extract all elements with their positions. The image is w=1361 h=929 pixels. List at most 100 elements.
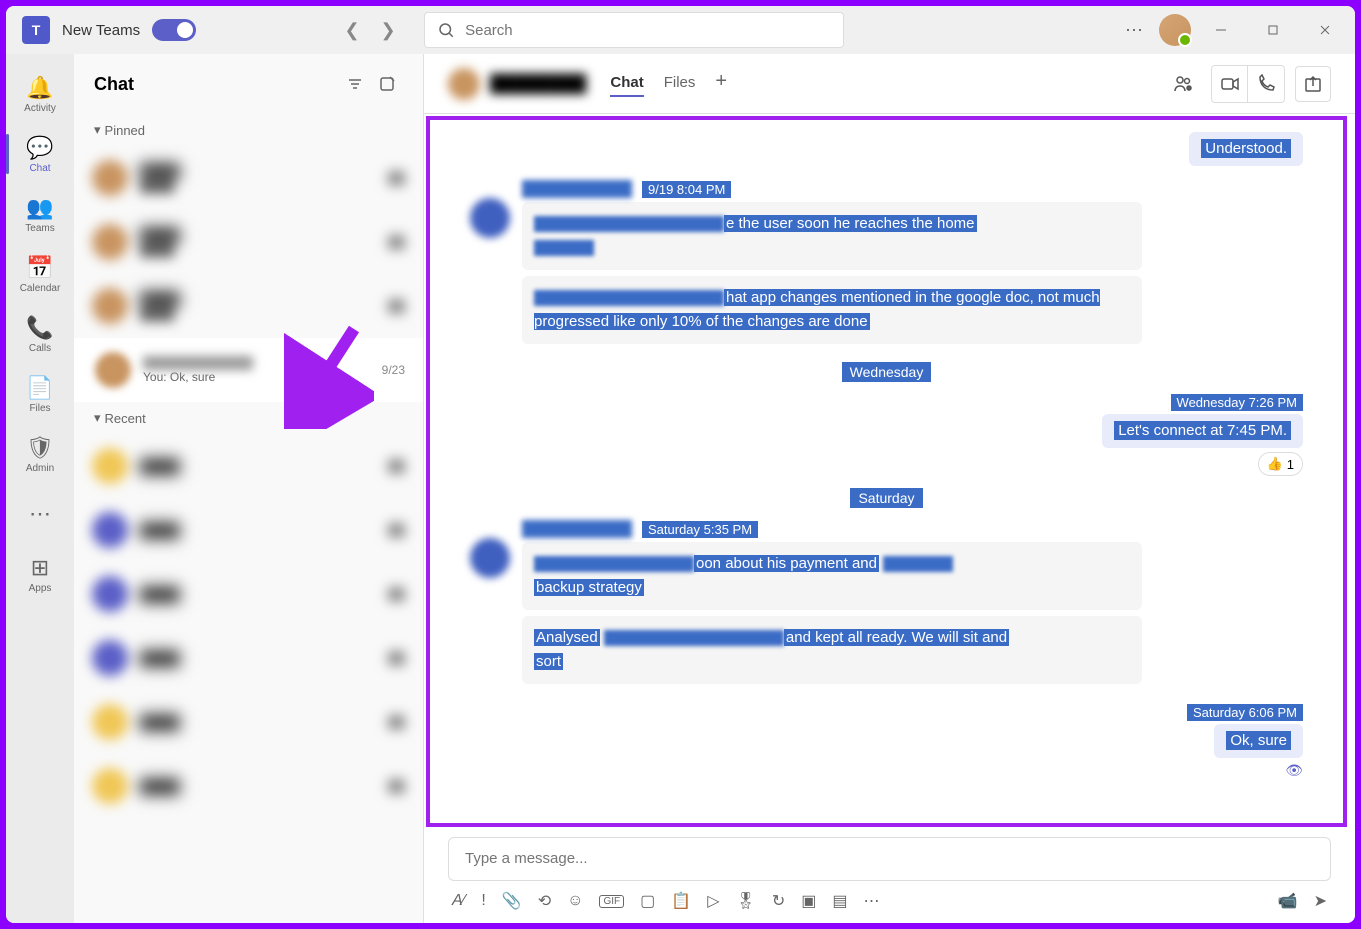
tab-files[interactable]: Files <box>664 70 696 97</box>
message-time: Saturday 6:06 PM <box>1187 704 1303 721</box>
minimize-button[interactable] <box>1199 14 1243 46</box>
video-clip-button[interactable]: 📹 <box>1278 891 1298 911</box>
message-outgoing: Understood. <box>470 132 1303 166</box>
polls-button[interactable]: ▤ <box>832 891 847 911</box>
call-buttons <box>1211 65 1285 103</box>
app-body: 🔔Activity 💬Chat 👥Teams 📅Calendar 📞Calls … <box>6 54 1355 923</box>
date-separator: Saturday <box>470 490 1303 508</box>
stream-button[interactable]: ▷ <box>707 891 719 911</box>
format-button[interactable]: A⁄ <box>452 892 465 910</box>
section-recent[interactable]: ▾ Recent <box>74 402 423 434</box>
calendar-icon: 📅 <box>26 255 53 281</box>
maximize-button[interactable] <box>1251 14 1295 46</box>
file-icon: 📄 <box>26 375 53 401</box>
list-item[interactable]: ██████████ <box>74 146 423 210</box>
add-tab-button[interactable]: + <box>715 70 727 97</box>
list-item[interactable]: ██████████ <box>74 210 423 274</box>
message-incoming: Saturday 5:35 PM oon about his payment a… <box>470 520 1303 690</box>
app-window: T New Teams ❮ ❯ ⋯ 🔔Activity 💬Chat 👥Teams… <box>6 6 1355 923</box>
share-button[interactable] <box>1295 66 1331 102</box>
message-bubble[interactable]: Analysed and kept all ready. We will sit… <box>522 616 1142 684</box>
phone-icon: 📞 <box>26 315 53 341</box>
teams-logo-icon: T <box>22 16 50 44</box>
rail-teams[interactable]: 👥Teams <box>6 186 74 242</box>
chat-preview: You: Ok, sure <box>143 370 370 384</box>
audio-call-button[interactable] <box>1248 66 1284 102</box>
teams-icon: 👥 <box>26 195 53 221</box>
send-button[interactable]: ➤ <box>1314 891 1327 911</box>
chat-date: 9/23 <box>382 363 405 377</box>
user-avatar[interactable] <box>1159 14 1191 46</box>
list-item[interactable]: ██████ <box>74 754 423 818</box>
message-bubble[interactable]: hat app changes mentioned in the google … <box>522 276 1142 344</box>
rail-chat[interactable]: 💬Chat <box>6 126 74 182</box>
compose-toolbar: A⁄ ! 📎 ⟲ ☺ GIF ▢ 📋 ▷ 🎖 ↻ ▣ ▤ ⋯ 📹 ➤ <box>448 891 1331 911</box>
nav-arrows: ❮ ❯ <box>336 14 404 46</box>
compose-box[interactable] <box>448 837 1331 881</box>
people-button[interactable] <box>1165 66 1201 102</box>
rail-calls[interactable]: 📞Calls <box>6 306 74 362</box>
filter-button[interactable] <box>339 68 371 100</box>
message-bubble[interactable]: oon about his payment and backup strateg… <box>522 542 1142 610</box>
rail-admin[interactable]: 🛡Admin <box>6 426 74 482</box>
sender-name <box>522 520 632 538</box>
admin-icon: 🛡 <box>26 435 54 461</box>
list-item[interactable]: ██████ <box>74 562 423 626</box>
search-input[interactable] <box>465 22 831 39</box>
tab-chat[interactable]: Chat <box>610 70 643 97</box>
priority-button[interactable]: ! <box>481 892 485 910</box>
rail-files[interactable]: 📄Files <box>6 366 74 422</box>
message-time: 9/19 8:04 PM <box>642 181 731 198</box>
sticker-button[interactable]: ▢ <box>640 891 655 911</box>
gif-button[interactable]: GIF <box>599 895 624 908</box>
more-icon: ⋯ <box>29 501 51 527</box>
conversation-panel: ████████ Chat Files + Understo <box>424 54 1355 923</box>
more-button[interactable]: ⋯ <box>863 891 879 911</box>
rail-apps[interactable]: ⊞Apps <box>6 546 74 602</box>
attach-button[interactable]: 📎 <box>502 891 522 911</box>
chat-list-title: Chat <box>94 74 339 95</box>
header-actions <box>1165 65 1331 103</box>
list-item[interactable]: ██████ <box>74 434 423 498</box>
seen-icon: 👁 <box>1285 762 1303 779</box>
contact-name: ████████ <box>448 68 586 100</box>
date-separator: Wednesday <box>470 364 1303 382</box>
schedule-button[interactable]: 📋 <box>671 891 691 911</box>
list-item-active[interactable]: You: Ok, sure 9/23 <box>74 338 423 402</box>
search-box[interactable] <box>424 12 844 48</box>
message-input[interactable] <box>465 850 1314 867</box>
list-item[interactable]: ██████████ <box>74 274 423 338</box>
conversation-header: ████████ Chat Files + <box>424 54 1355 114</box>
list-item[interactable]: ██████ <box>74 626 423 690</box>
message-outgoing: Wednesday 7:26 PM Let's connect at 7:45 … <box>470 394 1303 476</box>
messages-area[interactable]: Understood. 9/19 8:04 PM e the user soon… <box>426 116 1347 827</box>
window-controls: ⋯ <box>1117 12 1347 49</box>
message-outgoing: Saturday 6:06 PM Ok, sure 👁 <box>470 704 1303 779</box>
rail-calendar[interactable]: 📅Calendar <box>6 246 74 302</box>
close-button[interactable] <box>1303 14 1347 46</box>
list-item[interactable]: ██████ <box>74 690 423 754</box>
title-bar: T New Teams ❮ ❯ ⋯ <box>6 6 1355 54</box>
apps-icon: ⊞ <box>31 555 49 581</box>
updates-button[interactable]: ↻ <box>772 891 785 911</box>
more-options-button[interactable]: ⋯ <box>1117 12 1151 49</box>
search-icon <box>437 21 455 39</box>
message-bubble[interactable]: e the user soon he reaches the home <box>522 202 1142 270</box>
approvals-button[interactable]: 🎖 <box>736 891 756 911</box>
reaction-badge[interactable]: 👍 1 <box>1258 452 1303 476</box>
message-incoming: 9/19 8:04 PM e the user soon he reaches … <box>470 180 1303 350</box>
new-teams-toggle[interactable] <box>152 19 196 41</box>
chat-contact-name <box>143 356 253 370</box>
nav-forward-button[interactable]: ❯ <box>372 14 404 46</box>
emoji-button[interactable]: ☺ <box>567 892 583 910</box>
list-item[interactable]: ██████ <box>74 498 423 562</box>
rail-activity[interactable]: 🔔Activity <box>6 66 74 122</box>
video-call-button[interactable] <box>1212 66 1248 102</box>
app-rail: 🔔Activity 💬Chat 👥Teams 📅Calendar 📞Calls … <box>6 54 74 923</box>
rail-more[interactable]: ⋯ <box>6 486 74 542</box>
viva-button[interactable]: ▣ <box>801 891 816 911</box>
nav-back-button[interactable]: ❮ <box>336 14 368 46</box>
loop-button[interactable]: ⟲ <box>538 891 551 911</box>
new-chat-button[interactable] <box>371 68 403 100</box>
section-pinned[interactable]: ▾ Pinned <box>74 114 423 146</box>
